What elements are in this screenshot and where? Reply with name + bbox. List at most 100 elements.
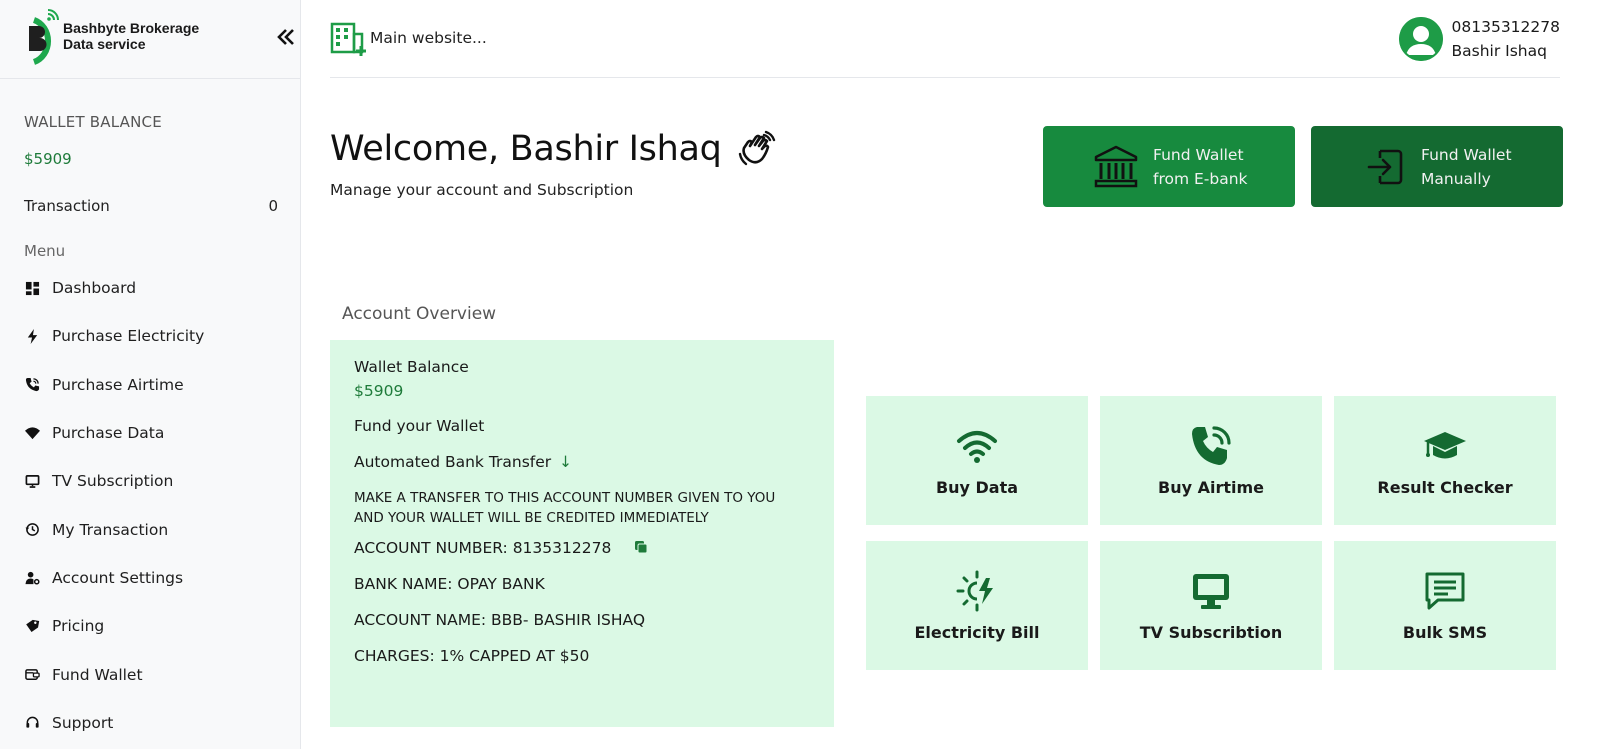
wifi-icon (24, 425, 40, 441)
page-title: Welcome, Bashir Ishaq (330, 129, 722, 169)
automated-transfer-toggle[interactable]: Automated Bank Transfer ↓ (354, 453, 572, 471)
fund-ebank-line-2: from E-bank (1153, 169, 1248, 188)
sidebar-item-support[interactable]: Support (0, 699, 300, 747)
sidebar-item-pricing[interactable]: Pricing (0, 602, 300, 650)
sidebar-item-label: Purchase Data (52, 424, 165, 443)
sidebar-item-label: My Transaction (52, 520, 169, 539)
fund-wallet-manual-button[interactable]: Fund Wallet Manually (1311, 126, 1563, 207)
history-icon (24, 522, 40, 538)
account-number-row: ACCOUNT NUMBER: 8135312278 (354, 539, 648, 557)
transaction-label: Transaction (24, 197, 110, 215)
account-name: ACCOUNT NAME: BBB- BASHIR ISHAQ (354, 611, 646, 629)
message-icon (1425, 572, 1465, 610)
wallet-icon (24, 667, 40, 683)
transaction-count: 0 (268, 197, 278, 215)
wallet-balance-amount: $5909 (24, 150, 72, 168)
fund-wallet-ebank-button[interactable]: Fund Wallet from E-bank (1043, 126, 1295, 207)
main-website-link[interactable]: Main website... (330, 20, 487, 56)
headset-icon (24, 715, 40, 731)
fund-manual-line-2: Manually (1421, 169, 1491, 188)
buy-data-tile[interactable]: Buy Data (866, 396, 1088, 525)
sidebar-item-account-settings[interactable]: Account Settings (0, 554, 300, 602)
sun-bolt-icon (956, 570, 993, 612)
sidebar-item-label: Purchase Electricity (52, 327, 205, 346)
account-overview-title: Account Overview (342, 304, 497, 324)
result-checker-label: Result Checker (1377, 478, 1513, 497)
sidebar-item-purchase-data[interactable]: Purchase Data (0, 409, 300, 457)
fund-manual-line-1: Fund Wallet (1421, 145, 1512, 164)
welcome-subtitle: Manage your account and Subscription (330, 181, 634, 199)
bulk-sms-label: Bulk SMS (1402, 623, 1488, 642)
chevron-double-left-icon[interactable] (275, 26, 297, 48)
brand[interactable]: Bashbyte Brokerage Data service (26, 6, 199, 66)
bank-icon (1094, 145, 1138, 187)
welcome-heading: Welcome, Bashir Ishaq (330, 128, 778, 170)
copy-icon[interactable] (634, 540, 648, 554)
service-tiles: Buy Data Buy Airtime Result Checker Elec… (866, 396, 1556, 670)
fund-wallet-ebank-label: Fund Wallet from E-bank (1153, 143, 1248, 191)
tags-icon (24, 618, 40, 634)
result-checker-tile[interactable]: Result Checker (1334, 396, 1556, 525)
brand-line-2: Data service (63, 36, 146, 52)
sidebar-item-label: Pricing (52, 617, 105, 636)
sidebar-item-my-transaction[interactable]: My Transaction (0, 505, 300, 553)
avatar (1398, 17, 1443, 61)
tv-subscription-tile[interactable]: TV Subscribtion (1100, 541, 1322, 670)
phone-icon (24, 377, 40, 393)
building-plus-icon (330, 22, 366, 56)
sidebar-item-tv-subscription[interactable]: TV Subscription (0, 457, 300, 505)
sidebar-item-dashboard[interactable]: Dashboard (0, 264, 300, 312)
account-overview-card: Wallet Balance $5909 Fund your Wallet Au… (330, 340, 834, 727)
bolt-icon (24, 328, 40, 344)
fund-wallet-label: Fund your Wallet (354, 417, 485, 435)
user-gear-icon (24, 570, 40, 586)
tv-subscription-label: TV Subscribtion (1139, 623, 1283, 642)
sidebar-item-label: Account Settings (52, 568, 184, 587)
charges: CHARGES: 1% CAPPED AT $50 (354, 647, 590, 665)
electricity-bill-tile[interactable]: Electricity Bill (866, 541, 1088, 670)
sidebar-item-label: Purchase Airtime (52, 375, 184, 394)
arrow-down-icon: ↓ (559, 453, 573, 471)
phone-volume-icon (1192, 426, 1231, 465)
buy-data-label: Buy Data (935, 478, 1019, 497)
menu-title: Menu (24, 242, 66, 260)
electricity-bill-label: Electricity Bill (914, 623, 1040, 642)
sidebar-item-purchase-electricity[interactable]: Purchase Electricity (0, 312, 300, 360)
user-info: 08135312278 Bashir Ishaq (1452, 15, 1560, 63)
sidebar-item-fund-wallet[interactable]: Fund Wallet (0, 650, 300, 698)
wifi-icon (957, 431, 997, 463)
sidebar-menu: Dashboard Purchase Electricity Purchase … (0, 264, 300, 747)
brand-name: Bashbyte Brokerage Data service (63, 20, 199, 52)
main-website-label: Main website... (370, 29, 487, 47)
waving-hand-icon (738, 130, 775, 166)
account-number: ACCOUNT NUMBER: 8135312278 (354, 539, 612, 557)
user-name: Bashir Ishaq (1451, 42, 1547, 60)
sidebar-item-label: Support (52, 713, 114, 732)
buy-airtime-label: Buy Airtime (1158, 478, 1264, 497)
desktop-icon (1193, 574, 1229, 609)
sidebar-item-label: Dashboard (52, 279, 137, 298)
user-phone: 08135312278 (1451, 18, 1560, 36)
dashboard-icon (24, 280, 40, 296)
sidebar: Bashbyte Brokerage Data service WALLET B… (0, 0, 301, 749)
graduation-cap-icon (1424, 432, 1466, 459)
sidebar-divider (0, 78, 300, 79)
transfer-instruction: MAKE A TRANSFER TO THIS ACCOUNT NUMBER G… (354, 490, 776, 526)
automated-transfer-label: Automated Bank Transfer (354, 453, 552, 471)
wallet-balance-value: $5909 (354, 382, 404, 400)
sidebar-item-purchase-airtime[interactable]: Purchase Airtime (0, 361, 300, 409)
brand-logo-icon (29, 9, 59, 65)
user-profile[interactable]: 08135312278 Bashir Ishaq (1398, 15, 1560, 63)
fund-ebank-line-1: Fund Wallet (1153, 145, 1244, 164)
sign-in-icon (1367, 149, 1403, 184)
sidebar-item-label: Fund Wallet (52, 665, 143, 684)
fund-wallet-manual-label: Fund Wallet Manually (1421, 143, 1512, 191)
sidebar-item-label: TV Subscription (52, 472, 174, 491)
bulk-sms-tile[interactable]: Bulk SMS (1334, 541, 1556, 670)
wallet-balance-title: WALLET BALANCE (24, 113, 162, 131)
bank-name: BANK NAME: OPAY BANK (354, 575, 545, 593)
buy-airtime-tile[interactable]: Buy Airtime (1100, 396, 1322, 525)
monitor-icon (24, 473, 40, 489)
top-bar: Main website... 08135312278 Bashir Ishaq (330, 0, 1560, 78)
wallet-balance-label: Wallet Balance (354, 358, 469, 376)
